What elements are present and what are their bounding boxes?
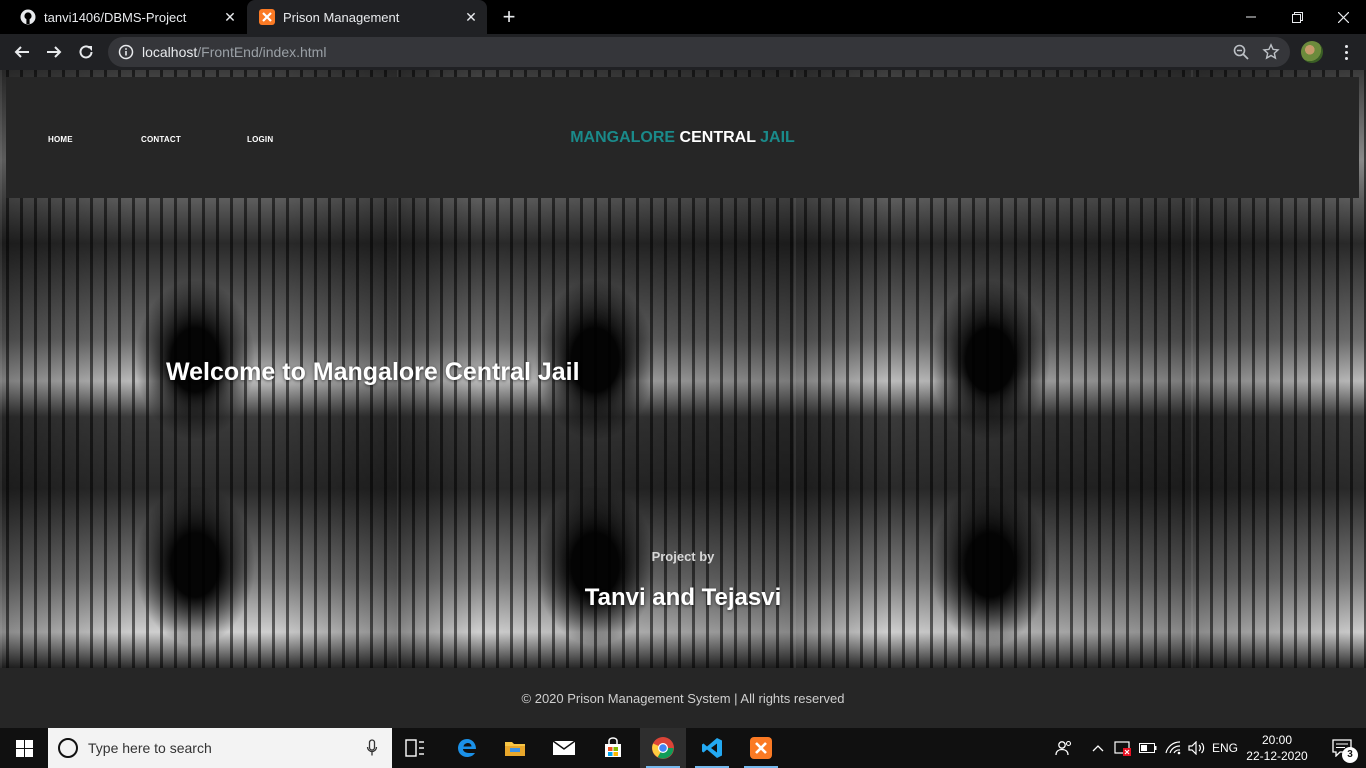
mail-icon[interactable] bbox=[541, 728, 587, 768]
url-text: localhost/FrontEnd/index.html bbox=[142, 44, 326, 60]
microphone-icon[interactable] bbox=[366, 739, 378, 762]
vscode-icon[interactable] bbox=[689, 728, 735, 768]
site-footer: © 2020 Prison Management System | All ri… bbox=[0, 668, 1366, 728]
back-arrow-icon bbox=[14, 46, 29, 58]
task-view-icon[interactable] bbox=[392, 728, 438, 768]
tab-github[interactable]: tanvi1406/DBMS-Project ✕ bbox=[8, 0, 246, 34]
tab-title: tanvi1406/DBMS-Project bbox=[44, 9, 187, 25]
tab-prison-management[interactable]: Prison Management ✕ bbox=[247, 0, 487, 34]
site-info-icon[interactable] bbox=[118, 44, 134, 65]
chevron-up-icon[interactable] bbox=[1088, 728, 1108, 768]
chrome-taskbar-icon[interactable] bbox=[640, 728, 686, 768]
reload-button[interactable] bbox=[72, 38, 100, 66]
page-viewport: HOME CONTACT LOGIN MANGALORE CENTRAL JAI… bbox=[0, 70, 1366, 728]
action-center-button[interactable]: 3 bbox=[1318, 728, 1366, 768]
brand-part-3: JAIL bbox=[760, 129, 795, 146]
browser-menu-icon[interactable] bbox=[1336, 40, 1356, 64]
xampp-icon bbox=[259, 9, 275, 25]
windows-taskbar: Type here to search ENG 20:00 22-12-2020… bbox=[0, 728, 1366, 768]
wifi-icon[interactable] bbox=[1162, 728, 1184, 768]
authors-heading: Tanvi and Tejasvi bbox=[584, 584, 782, 611]
tab-strip: tanvi1406/DBMS-Project ✕ Prison Manageme… bbox=[0, 0, 1366, 34]
file-explorer-icon[interactable] bbox=[492, 728, 538, 768]
close-window-icon[interactable] bbox=[1320, 0, 1366, 34]
notification-count-badge: 3 bbox=[1342, 747, 1358, 763]
reload-icon bbox=[79, 45, 93, 59]
profile-avatar[interactable] bbox=[1301, 41, 1323, 63]
security-alert-icon[interactable] bbox=[1112, 728, 1134, 768]
close-tab-icon[interactable]: ✕ bbox=[220, 7, 240, 27]
forward-button[interactable] bbox=[40, 38, 68, 66]
zoom-icon[interactable] bbox=[1232, 43, 1250, 66]
site-header: HOME CONTACT LOGIN MANGALORE CENTRAL JAI… bbox=[6, 77, 1359, 198]
taskbar-search-box[interactable]: Type here to search bbox=[48, 728, 392, 768]
site-brand: MANGALORE CENTRAL JAIL bbox=[6, 129, 1359, 147]
microsoft-store-icon[interactable] bbox=[590, 728, 636, 768]
clock-date: 22-12-2020 bbox=[1246, 749, 1308, 763]
restore-icon[interactable] bbox=[1274, 0, 1320, 34]
search-placeholder: Type here to search bbox=[88, 740, 212, 756]
address-bar[interactable]: localhost/FrontEnd/index.html bbox=[108, 37, 1290, 67]
new-tab-button[interactable]: + bbox=[496, 4, 522, 29]
xampp-taskbar-icon[interactable] bbox=[738, 728, 784, 768]
edge-browser-icon[interactable] bbox=[444, 728, 490, 768]
bookmark-star-icon[interactable] bbox=[1262, 43, 1280, 66]
forward-arrow-icon bbox=[47, 46, 62, 58]
tab-title: Prison Management bbox=[283, 9, 400, 25]
footer-copyright: © 2020 Prison Management System | All ri… bbox=[521, 690, 845, 706]
clock-time: 20:00 bbox=[1261, 733, 1293, 747]
close-tab-icon[interactable]: ✕ bbox=[461, 7, 481, 27]
project-by-label: Project by bbox=[651, 549, 715, 564]
url-path: /FrontEnd/index.html bbox=[197, 44, 327, 60]
windows-logo-icon bbox=[15, 739, 33, 757]
volume-icon[interactable] bbox=[1186, 728, 1208, 768]
github-icon bbox=[20, 9, 36, 25]
back-button[interactable] bbox=[8, 38, 36, 66]
brand-part-1: MANGALORE bbox=[570, 129, 676, 146]
url-host: localhost bbox=[142, 44, 198, 60]
cortana-icon bbox=[58, 738, 78, 758]
language-indicator[interactable]: ENG bbox=[1210, 728, 1240, 768]
people-icon[interactable] bbox=[1050, 728, 1078, 768]
windows-start-button[interactable] bbox=[0, 728, 48, 768]
battery-icon[interactable] bbox=[1138, 728, 1158, 768]
minimize-icon[interactable] bbox=[1228, 0, 1274, 34]
taskbar-clock[interactable]: 20:00 22-12-2020 bbox=[1246, 732, 1308, 764]
welcome-heading: Welcome to Mangalore Central Jail bbox=[166, 358, 580, 386]
brand-part-2: CENTRAL bbox=[679, 129, 756, 146]
browser-toolbar: localhost/FrontEnd/index.html bbox=[0, 34, 1366, 70]
